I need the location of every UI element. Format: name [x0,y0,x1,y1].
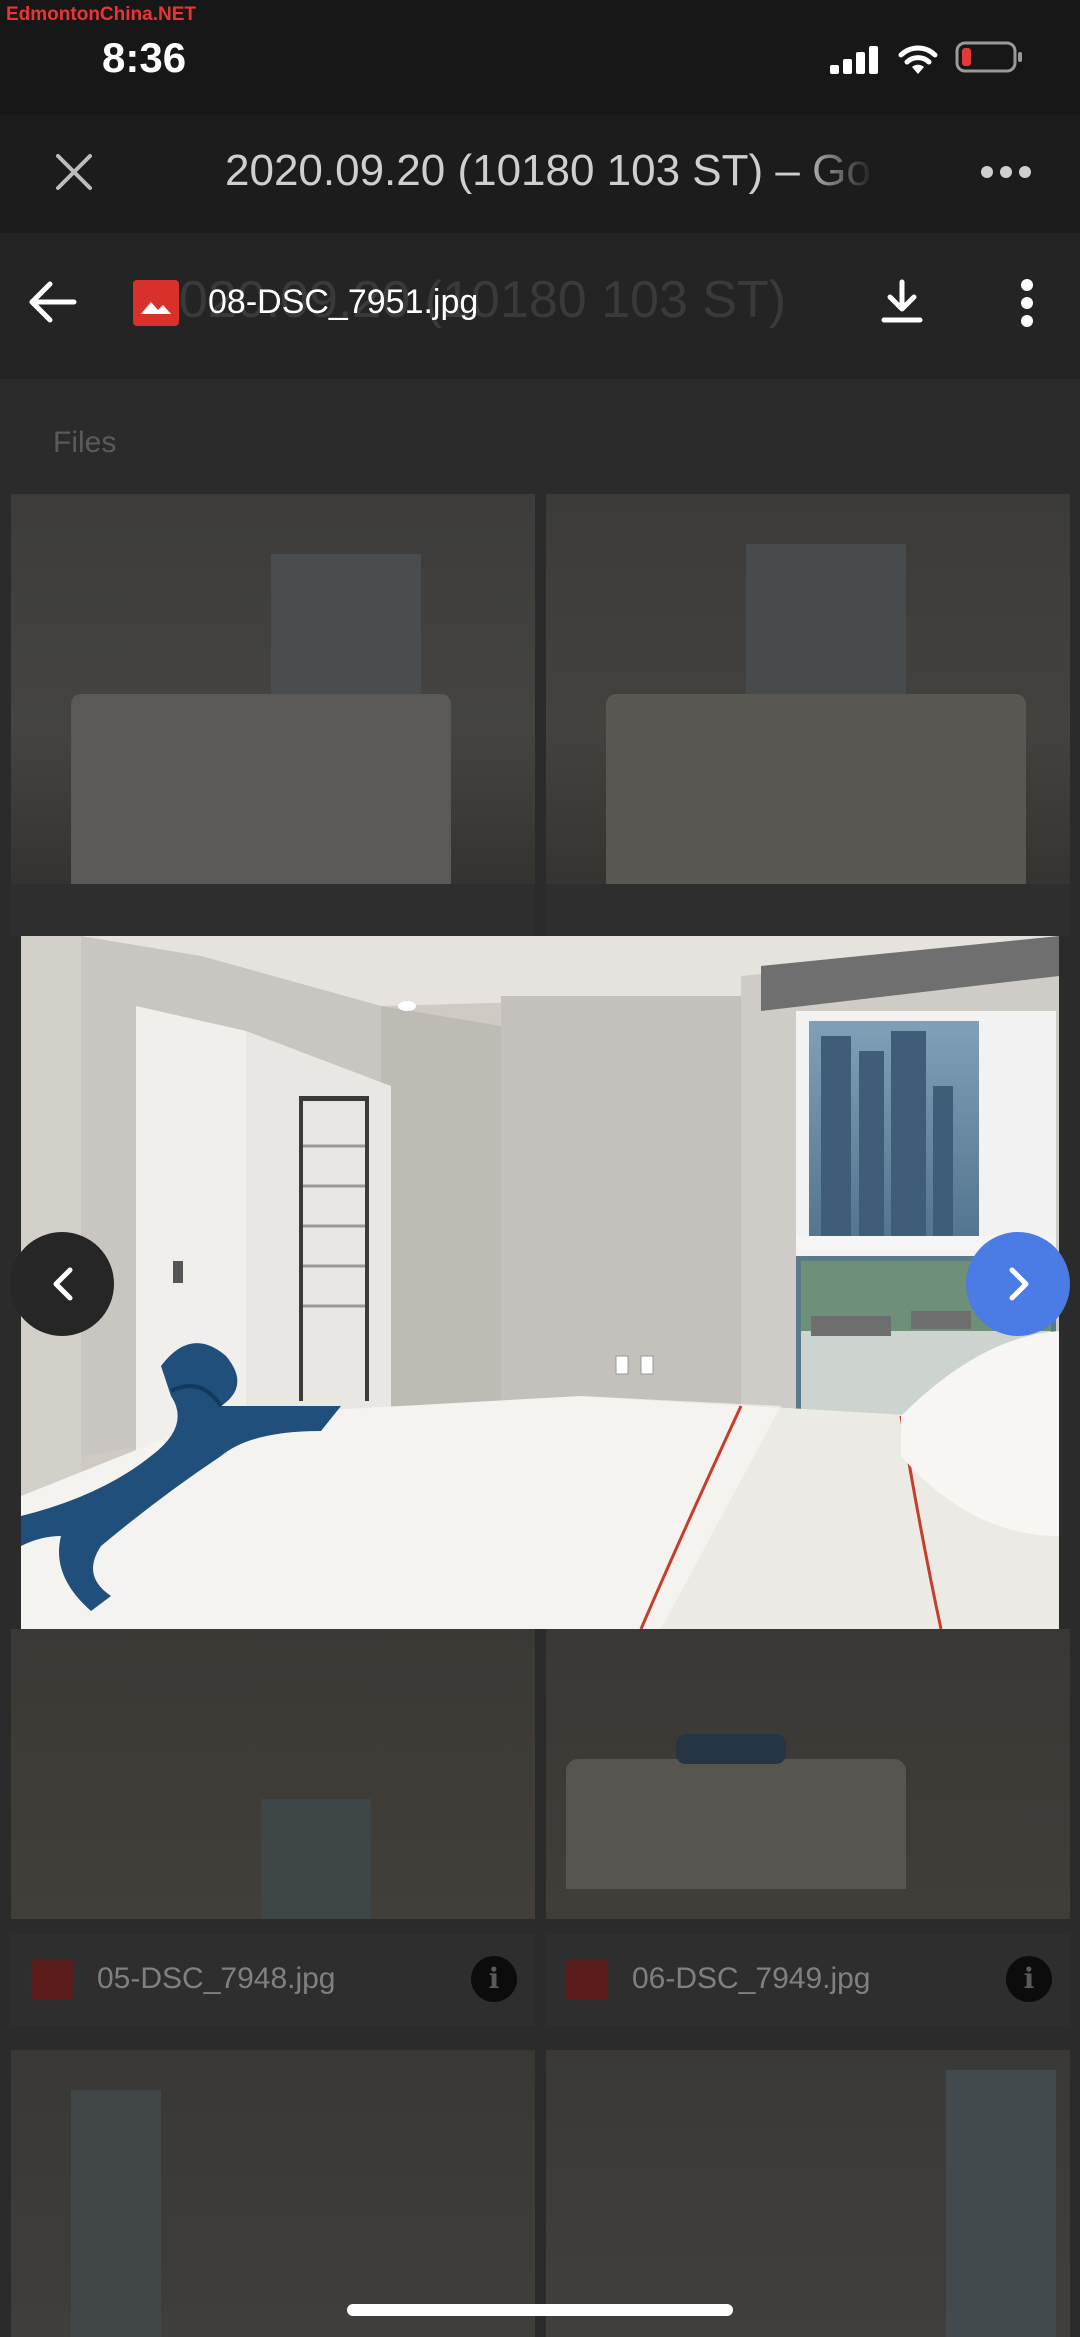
grid-caption[interactable]: 06-DSC_7949.jpg i [546,1934,1070,2026]
more-horizontal-icon[interactable] [980,164,1032,180]
info-icon[interactable]: i [1006,1956,1052,2002]
arrow-left-icon[interactable] [28,280,78,324]
battery-icon [955,41,1022,73]
bedroom-photo [21,936,1059,1629]
previous-image-button[interactable] [10,1232,114,1336]
next-image-button[interactable] [966,1232,1070,1336]
home-indicator[interactable] [347,2304,733,2316]
chevron-left-icon [53,1267,73,1301]
image-file-icon [566,1960,608,2000]
grid-thumbnail[interactable] [546,1629,1070,1919]
grid-thumbnail[interactable] [11,494,535,884]
more-vertical-icon[interactable] [1020,278,1034,328]
wifi-icon [898,45,938,74]
cellular-signal-icon [830,46,880,74]
photo-viewer-image[interactable] [21,936,1059,1629]
grid-thumbnail[interactable] [546,494,1070,884]
grid-thumbnail[interactable] [546,2050,1070,2337]
image-file-icon [31,1960,73,2000]
browser-page-title: 2020.09.20 (10180 103 ST) – Go [225,146,871,195]
grid-caption-name: 06-DSC_7949.jpg [632,1962,871,1995]
watermark: EdmontonChina.NET [6,4,196,25]
grid-caption-partial [11,884,535,936]
status-time: 8:36 [102,34,187,81]
grid-caption[interactable]: 05-DSC_7948.jpg i [11,1934,535,2026]
grid-caption-partial [546,884,1070,936]
section-label-files: Files [53,426,117,459]
grid-caption-name: 05-DSC_7948.jpg [97,1962,336,1995]
grid-thumbnail[interactable] [11,1629,535,1919]
close-icon[interactable] [50,148,98,196]
info-icon[interactable]: i [471,1956,517,2002]
download-icon[interactable] [878,278,926,326]
file-name: 08-DSC_7951.jpg [208,283,479,321]
grid-thumbnail[interactable] [11,2050,535,2337]
image-file-icon [133,280,179,326]
chevron-right-icon [1009,1267,1029,1301]
